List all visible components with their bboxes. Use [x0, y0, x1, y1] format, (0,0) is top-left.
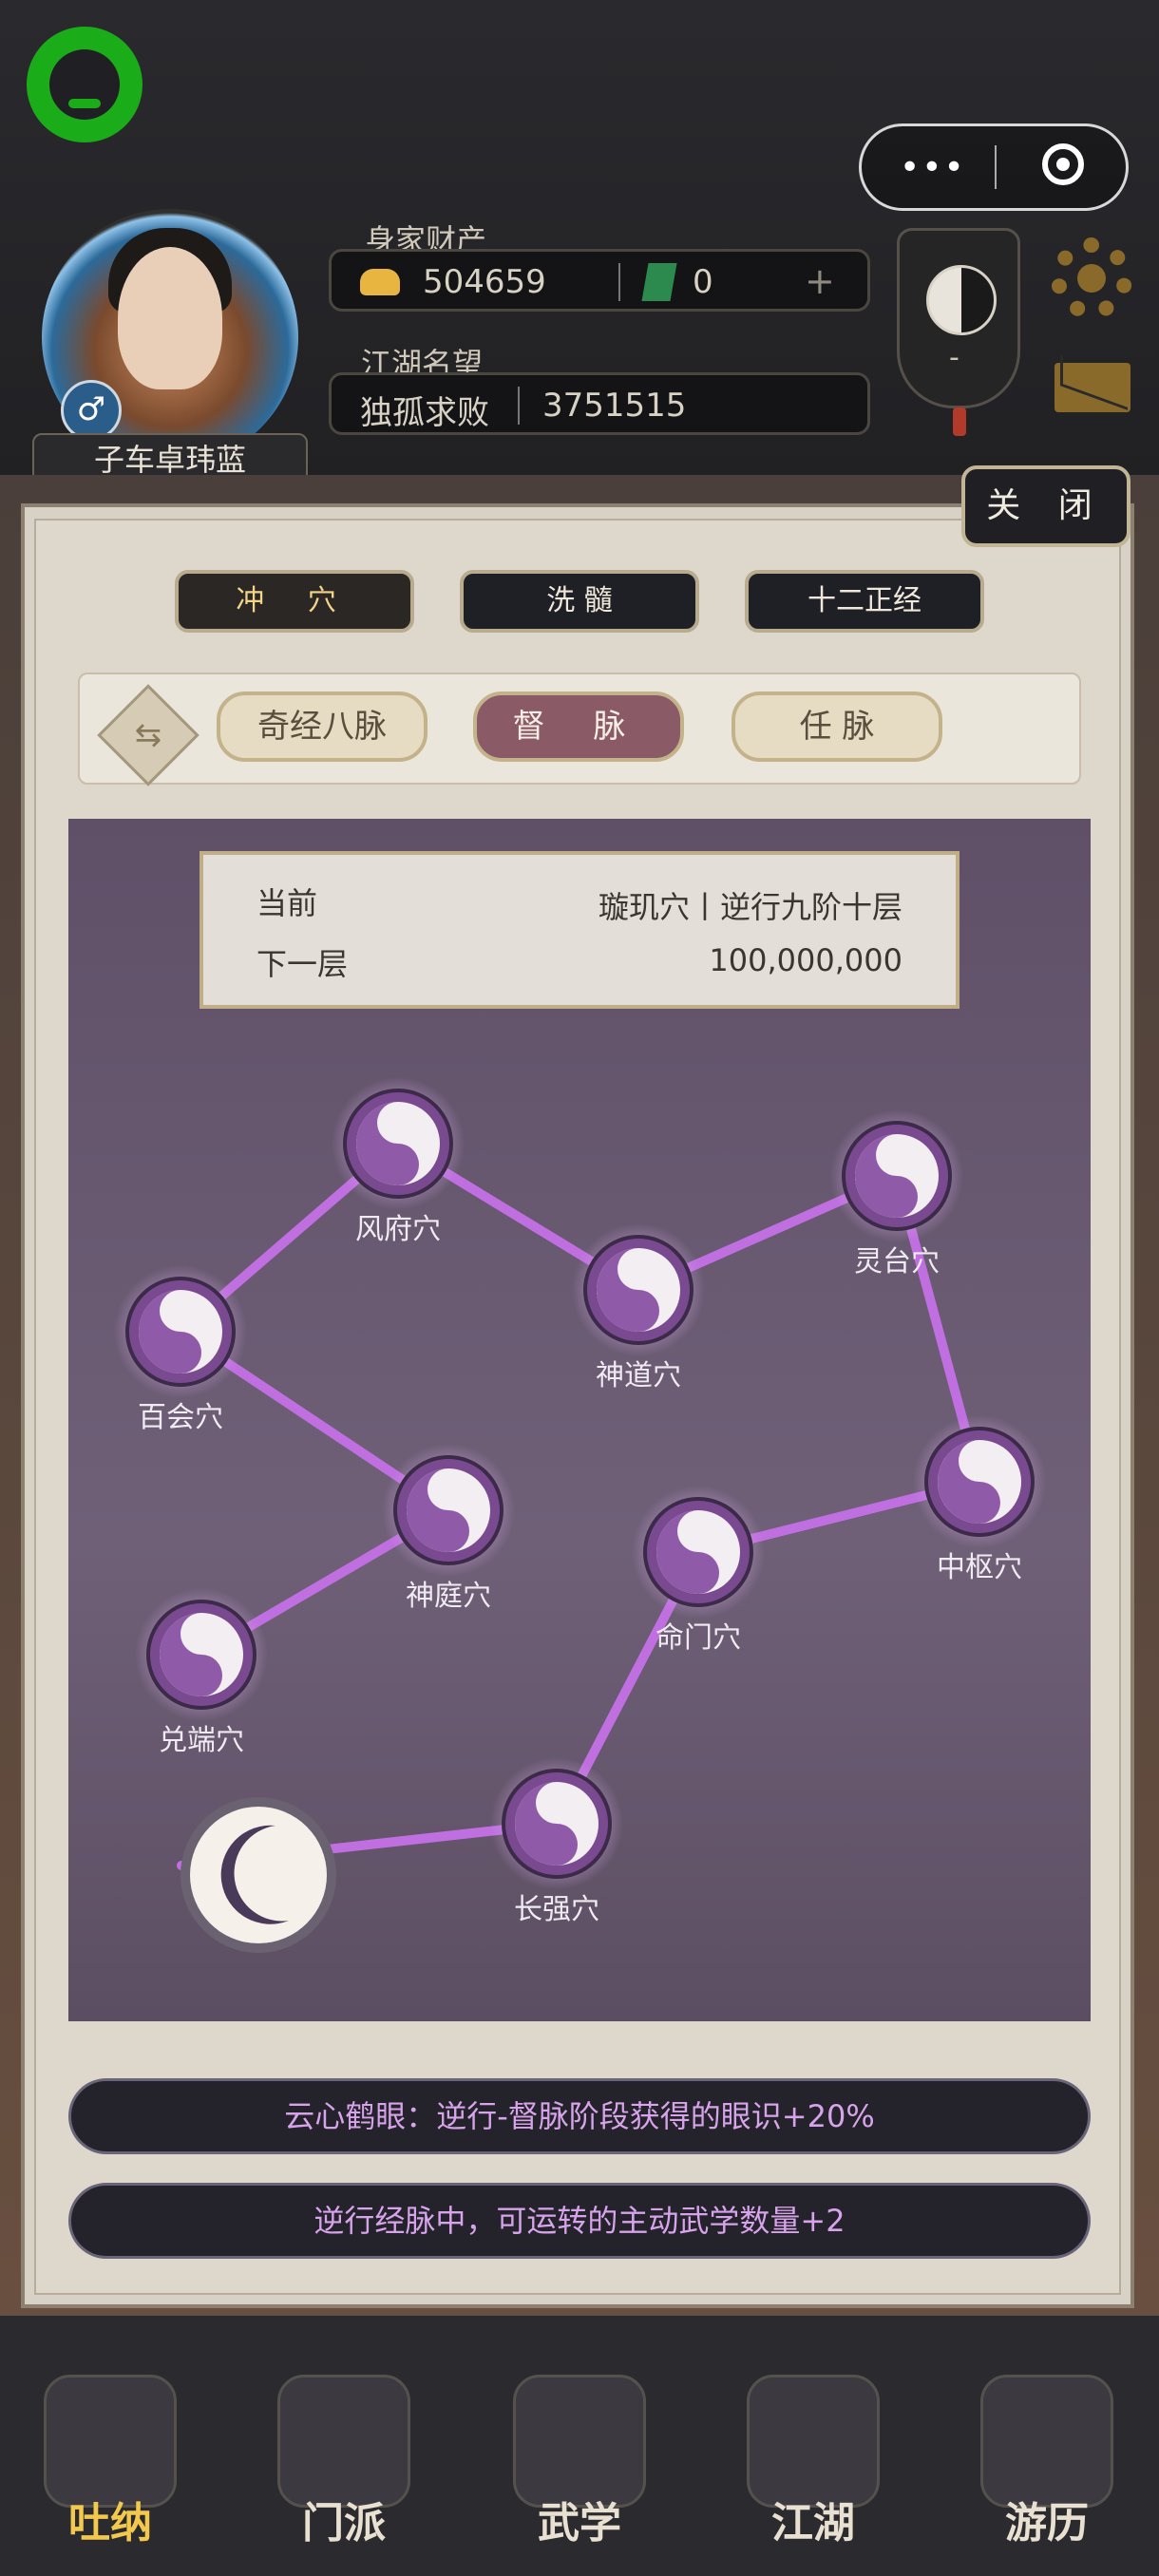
fame-divider — [518, 387, 520, 425]
buff-yunxin-heyan: 云心鹤眼：逆行-督脉阶段获得的眼识+20% — [68, 2078, 1091, 2154]
yinyang-dot — [550, 1838, 563, 1851]
gold-amount: 504659 — [423, 263, 546, 301]
acupoint-baihui[interactable]: 百会穴 — [114, 1265, 247, 1434]
yinyang-dot — [890, 1190, 903, 1203]
yinyang-dot — [195, 1627, 208, 1640]
tab-ren-mai[interactable]: 任 脉 — [732, 691, 942, 762]
miniprogram-capsule[interactable]: ••• — [859, 123, 1129, 211]
emblem-text: - — [949, 341, 960, 374]
tab-twelve-meridians[interactable]: 十二正经 — [745, 570, 984, 633]
acupoint-fengfu[interactable]: 风府穴 — [332, 1077, 465, 1246]
tab-xi-sui[interactable]: 洗 髓 — [460, 570, 699, 633]
acupoint-duiduan[interactable]: 兑端穴 — [135, 1588, 268, 1757]
tassel-decoration — [953, 407, 966, 436]
nav-tuna-icon — [44, 2375, 177, 2508]
capsule-divider — [995, 145, 997, 189]
buff-active-skills: 逆行经脉中，可运转的主动武学数量+2 — [68, 2183, 1091, 2259]
nav-martial-arts-icon — [513, 2375, 646, 2508]
yinyang-dot — [391, 1116, 405, 1129]
nav-sect-icon — [277, 2375, 410, 2508]
chat-icon[interactable] — [27, 27, 142, 142]
yinyang-dot — [174, 1304, 187, 1317]
more-icon[interactable]: ••• — [900, 151, 966, 185]
acupoint-label: 中枢穴 — [937, 1551, 1022, 1584]
yinyang-dot — [692, 1525, 705, 1538]
avatar-face — [118, 247, 222, 389]
nav-tuna[interactable]: 吐纳 — [34, 2375, 186, 2548]
nav-jianghu[interactable]: 江湖 — [737, 2375, 889, 2548]
yinyang-dot — [890, 1148, 903, 1162]
acupoint-lingtai[interactable]: 灵台穴 — [830, 1109, 963, 1279]
yinyang-dot — [442, 1525, 455, 1538]
nav-travel[interactable]: 游历 — [971, 2375, 1123, 2548]
acupoint-label: 灵台穴 — [854, 1245, 940, 1279]
rank-emblem[interactable]: - — [897, 228, 1020, 436]
acupoint-label: 风府穴 — [355, 1213, 441, 1246]
fame-value: 3751515 — [542, 387, 687, 425]
fame-title: 独孤求败 — [360, 394, 489, 432]
wealth-divider — [618, 263, 620, 301]
swap-icon: ⇆ — [134, 716, 162, 754]
nav-jianghu-icon — [747, 2375, 880, 2508]
acupoint-label: 神道穴 — [596, 1359, 681, 1392]
acupoint-network: 风府穴灵台穴神道穴百会穴中枢穴神庭穴命门穴兑端穴长强穴 — [114, 1077, 1046, 1953]
yinyang-dot — [174, 1346, 187, 1359]
tab-du-mai[interactable]: 督 脉 — [473, 691, 684, 762]
acupoint-zhongshu[interactable]: 中枢穴 — [913, 1415, 1046, 1584]
yinyang-icon — [926, 265, 997, 335]
yinyang-dot — [973, 1496, 986, 1509]
nav-jianghu-label: 江湖 — [771, 2499, 855, 2548]
close-miniprogram-icon[interactable] — [1042, 143, 1084, 185]
nav-tuna-label: 吐纳 — [68, 2499, 152, 2548]
nav-martial-arts-label: 武学 — [538, 2499, 621, 2548]
acupoint-label: 神庭穴 — [406, 1580, 491, 1613]
acupoint-mingmen[interactable]: 命门穴 — [632, 1486, 765, 1655]
gear-icon[interactable] — [1051, 237, 1132, 319]
wealth-bar: 504659 0 + — [329, 249, 870, 312]
yinyang-dot — [632, 1262, 645, 1276]
nav-travel-label: 游历 — [1005, 2499, 1089, 2548]
yinyang-dot — [632, 1304, 645, 1317]
yinyang-dot — [391, 1158, 405, 1171]
yinyang-dot — [973, 1454, 986, 1468]
nav-travel-icon — [980, 2375, 1113, 2508]
moon-node[interactable] — [180, 1797, 336, 1953]
add-currency-button[interactable]: + — [805, 263, 835, 299]
acupoint-label: 兑端穴 — [159, 1724, 244, 1757]
close-button[interactable]: 关 闭 — [961, 465, 1130, 547]
yinyang-dot — [195, 1669, 208, 1682]
jade-icon — [641, 263, 677, 301]
fame-bar: 独孤求败 3751515 — [329, 372, 870, 435]
yinyang-dot — [692, 1566, 705, 1580]
tab-chong-xue[interactable]: 冲 穴 — [175, 570, 414, 633]
jade-amount: 0 — [693, 263, 713, 301]
yinyang-dot — [550, 1796, 563, 1809]
nav-sect[interactable]: 门派 — [268, 2375, 420, 2548]
nav-sect-label: 门派 — [302, 2499, 386, 2548]
acupoint-label: 命门穴 — [656, 1621, 741, 1655]
mail-icon[interactable] — [1054, 363, 1130, 412]
yinyang-dot — [442, 1483, 455, 1496]
acupoint-label: 百会穴 — [138, 1401, 223, 1434]
acupoint-changqiang[interactable]: 长强穴 — [490, 1757, 623, 1926]
nav-martial-arts[interactable]: 武学 — [504, 2375, 656, 2548]
gender-icon: ♂ — [61, 380, 122, 441]
tab-eight-extra-meridians[interactable]: 奇经八脉 — [217, 691, 428, 762]
gold-ingot-icon — [360, 269, 400, 295]
acupoint-label: 长强穴 — [514, 1893, 599, 1926]
acupoint-shenting[interactable]: 神庭穴 — [382, 1444, 515, 1613]
acupoint-shendao[interactable]: 神道穴 — [572, 1223, 705, 1392]
